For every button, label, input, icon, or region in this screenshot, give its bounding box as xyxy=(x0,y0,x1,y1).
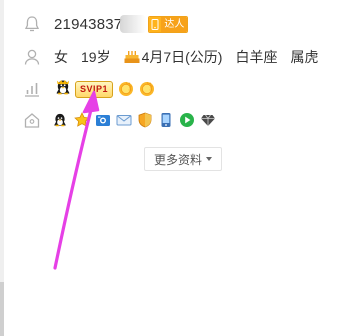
qq-penguin-vip-icon xyxy=(54,79,72,100)
star-icon[interactable] xyxy=(74,112,90,128)
mail-icon[interactable] xyxy=(116,112,132,128)
chinese-zodiac: 属虎 xyxy=(290,49,319,65)
shield-icon[interactable] xyxy=(137,112,153,128)
zodiac-sign: 白羊座 xyxy=(235,49,278,65)
chevron-down-icon xyxy=(206,157,212,161)
profile-panel: 21943837 达人 女 19岁 4月7日(公历) 白羊座 属虎 SVIP1 … xyxy=(0,0,338,336)
person-icon xyxy=(22,47,42,67)
gender: 女 xyxy=(54,49,68,65)
svip-badge[interactable]: SVIP1 xyxy=(75,80,114,98)
sun-level-icon-1[interactable] xyxy=(118,81,134,97)
qq-penguin-icon[interactable] xyxy=(52,112,68,128)
home-icon xyxy=(22,110,42,130)
user-bubble-icon xyxy=(22,14,42,34)
birthday-cake-icon xyxy=(124,50,140,64)
more-info-label: 更多资料 xyxy=(153,152,202,167)
more-info-button[interactable]: 更多资料 xyxy=(144,147,222,171)
masked-digits xyxy=(120,15,147,33)
qq-number: 21943837 xyxy=(54,15,123,33)
sun-level-icon-2[interactable] xyxy=(139,81,155,97)
level-chart-icon xyxy=(22,79,42,99)
age: 19岁 xyxy=(81,49,111,65)
birthday: 4月7日(公历) xyxy=(141,49,223,65)
phone-icon[interactable] xyxy=(158,112,174,128)
phone-badge-text: 达人 xyxy=(161,16,188,32)
photo-icon[interactable] xyxy=(95,112,111,128)
left-divider-lower xyxy=(0,282,4,336)
video-play-icon[interactable] xyxy=(179,112,195,128)
phone-expert-badge[interactable]: 达人 xyxy=(148,15,189,33)
diamond-icon[interactable] xyxy=(200,112,216,128)
mobile-icon xyxy=(149,16,162,32)
